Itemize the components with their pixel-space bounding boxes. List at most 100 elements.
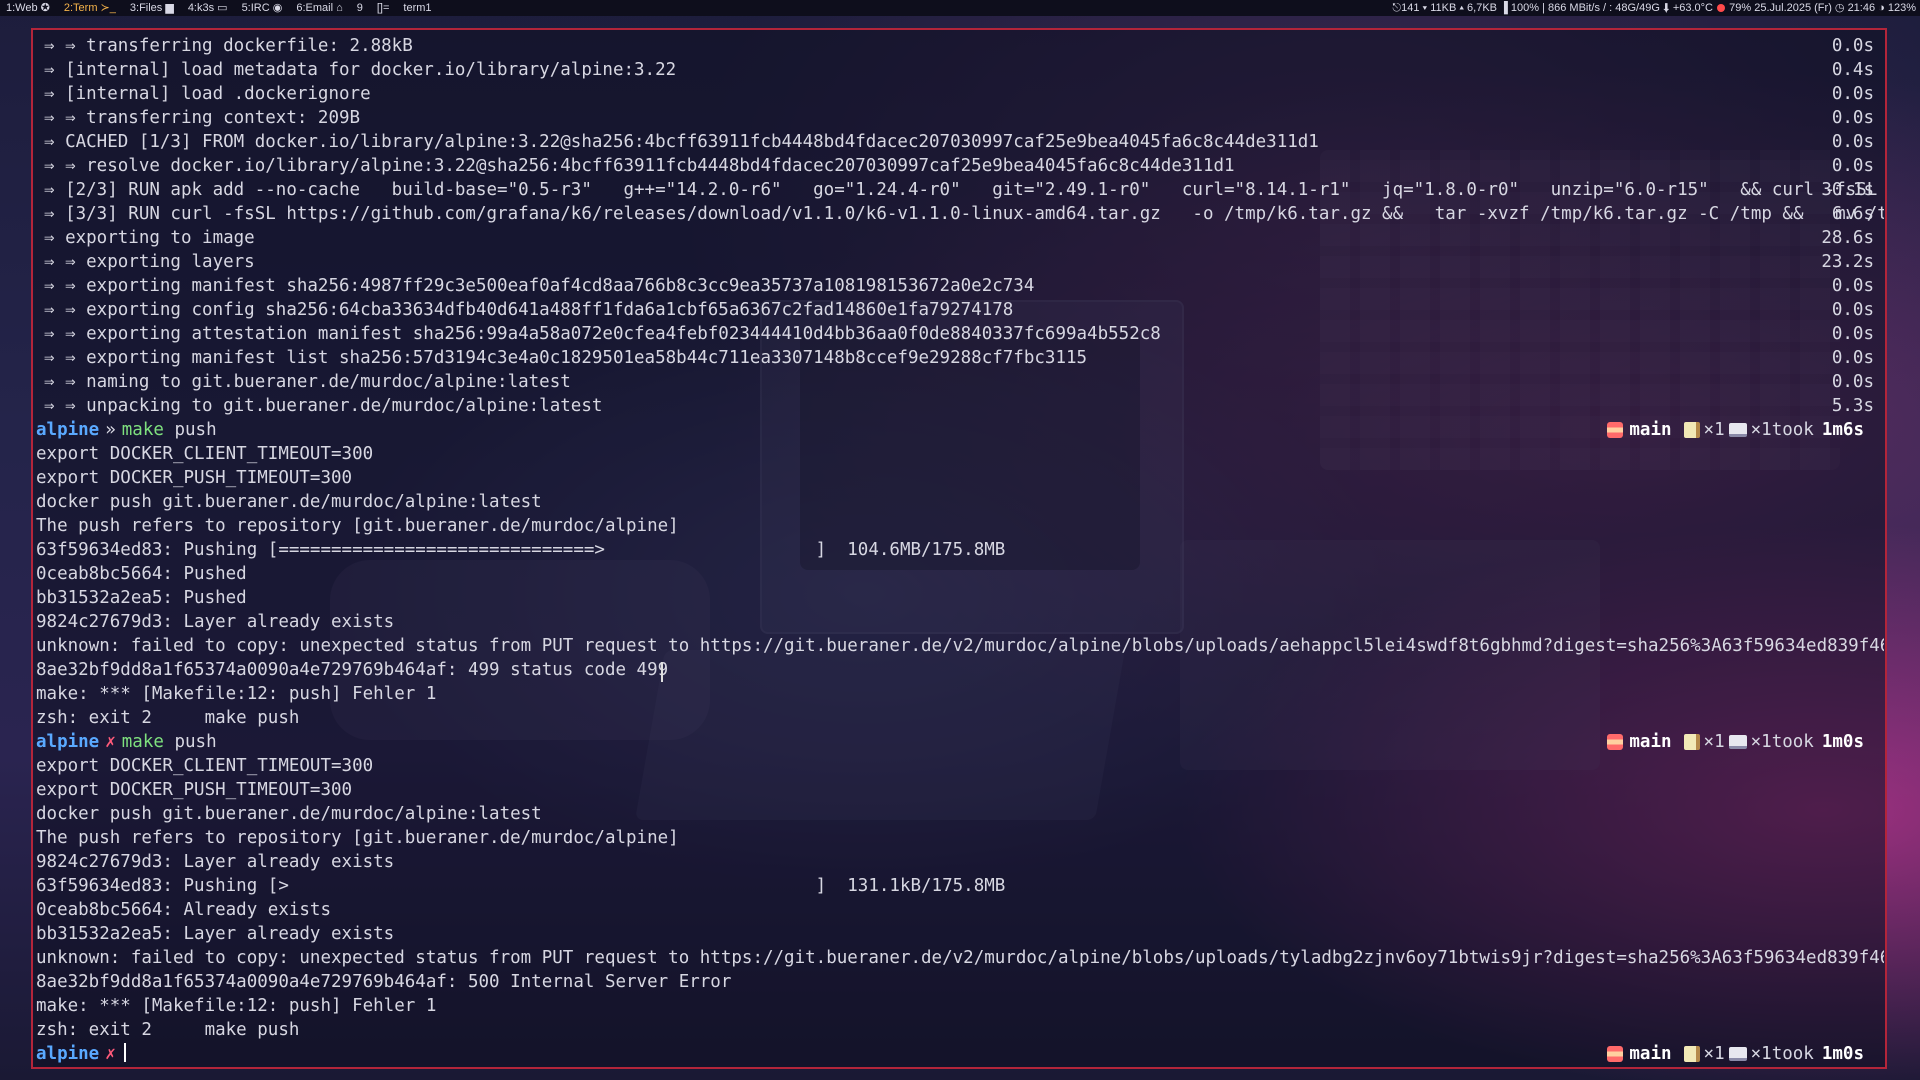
mouse-cursor-icon [661,662,663,682]
git-branch-name: main [1629,420,1672,440]
text-cursor[interactable] [123,1043,126,1062]
build-log-text: ⇒ [internal] load .dockerignore [44,84,371,104]
workspace-tab[interactable]: 6:Email ⌂ [296,0,342,16]
modified-count: ×1 [1703,1044,1725,1064]
workspace-tab[interactable]: 5:IRC ◉ [242,0,283,16]
build-log-line: ⇒ ⇒ exporting manifest sha256:4987ff29c3… [36,274,1884,298]
output-text: 9824c27679d3: Layer already exists [36,852,395,872]
staged-files-icon [1728,423,1747,437]
modified-files-icon [1683,1046,1700,1062]
workspace-tab[interactable]: 2:Term ≻_ [64,0,116,16]
build-step-duration: 0.0s [1831,372,1874,392]
build-log-text: ⇒ ⇒ unpacking to git.bueraner.de/murdoc/… [44,396,603,416]
staged-count: ×1 [1750,732,1772,752]
build-log-line: ⇒ [2/3] RUN apk add --no-cache build-bas… [36,178,1884,202]
output-text: docker push git.bueraner.de/murdoc/alpin… [36,804,542,824]
prompt-directory: alpine [36,420,100,440]
prompt-command: make [121,420,164,440]
output-text: export DOCKER_CLIENT_TIMEOUT=300 [36,444,374,464]
workspace-tab[interactable]: 1:Web ✪ [6,0,50,16]
build-log-line: ⇒ ⇒ naming to git.bueraner.de/murdoc/alp… [36,370,1884,394]
output-text: export DOCKER_PUSH_TIMEOUT=300 [36,468,353,488]
command-duration: 1m0s [1821,732,1864,752]
output-text: 63f59634ed83: Pushing [=================… [36,540,1006,560]
build-step-duration: 0.0s [1831,324,1874,344]
prompt-directory: alpine [36,1044,100,1064]
command-output-line: export DOCKER_CLIENT_TIMEOUT=300 [36,442,1884,466]
output-text: unknown: failed to copy: unexpected stat… [36,948,1884,968]
output-text: export DOCKER_CLIENT_TIMEOUT=300 [36,756,374,776]
command-output-line: The push refers to repository [git.buera… [36,514,1884,538]
workspace-tab[interactable]: 3:Files ▆ [130,0,174,16]
output-text: zsh: exit 2 make push [36,708,300,728]
output-text: export DOCKER_PUSH_TIMEOUT=300 [36,780,353,800]
modified-count: ×1 [1703,420,1725,440]
build-log-line: ⇒ [internal] load .dockerignore 0.0s [36,82,1884,106]
staged-count: ×1 [1750,420,1772,440]
workspace-tab[interactable]: []= [377,0,390,16]
build-step-duration: 30.1s [1821,180,1874,200]
top-status-bar: 1:Web ✪ 2:Term ≻_ 3:Files ▆ 4:k3s ▭ 5:IRC ◉ 6… [0,0,1920,16]
workspace-tab[interactable]: term1 [403,0,431,16]
command-output-line: 63f59634ed83: Pushing [> ] 131.1kB/175.8… [36,874,1884,898]
command-output-line: make: *** [Makefile:12: push] Fehler 1 [36,682,1884,706]
build-log-text: ⇒ [3/3] RUN curl -fsSL https://github.co… [44,204,1884,224]
modified-files-icon [1683,734,1700,750]
build-step-duration: 28.6s [1821,228,1874,248]
shell-prompt: alpine ✗ make push main ×1 ×1took 1m0s [36,730,1884,754]
modified-files-icon [1683,422,1700,438]
command-duration: 1m6s [1821,420,1864,440]
build-log-text: ⇒ CACHED [1/3] FROM docker.io/library/al… [44,132,1319,152]
command-output-line: make: *** [Makefile:12: push] Fehler 1 [36,994,1884,1018]
command-output-line: export DOCKER_PUSH_TIMEOUT=300 [36,778,1884,802]
build-step-duration: 6.6s [1831,204,1874,224]
build-log-line: ⇒ [internal] load metadata for docker.io… [36,58,1884,82]
output-text: 0ceab8bc5664: Pushed [36,564,247,584]
build-log-line: ⇒ ⇒ exporting layers 23.2s [36,250,1884,274]
build-log-line: ⇒ ⇒ transferring context: 209B 0.0s [36,106,1884,130]
build-log-text: ⇒ exporting to image [44,228,255,248]
output-text: bb31532a2ea5: Layer already exists [36,924,395,944]
build-step-duration: 0.0s [1831,276,1874,296]
output-text: The push refers to repository [git.buera… [36,828,679,848]
output-text: 8ae32bf9dd8a1f65374a0090a4e729769b464af:… [36,972,732,992]
build-log-line: ⇒ ⇒ exporting manifest list sha256:57d31… [36,346,1884,370]
build-log-line: ⇒ exporting to image 28.6s [36,226,1884,250]
prompt-status-symbol: ✗ [105,732,116,752]
command-output-line: bb31532a2ea5: Pushed [36,586,1884,610]
staged-files-icon [1728,735,1747,749]
command-output-line: The push refers to repository [git.buera… [36,826,1884,850]
command-output-line: docker push git.bueraner.de/murdoc/alpin… [36,802,1884,826]
took-label: took [1771,420,1814,440]
build-log-line: ⇒ CACHED [1/3] FROM docker.io/library/al… [36,130,1884,154]
took-label: took [1771,1044,1814,1064]
build-step-duration: 0.0s [1831,348,1874,368]
output-text: 0ceab8bc5664: Already exists [36,900,332,920]
right-prompt: main ×1 ×1took 1m0s [1607,730,1864,754]
command-output-line: unknown: failed to copy: unexpected stat… [36,946,1884,970]
command-output-line: 9824c27679d3: Layer already exists [36,610,1884,634]
build-step-duration: 0.0s [1831,132,1874,152]
output-text: docker push git.bueraner.de/murdoc/alpin… [36,492,542,512]
command-duration: 1m0s [1821,1044,1864,1064]
build-log-text: ⇒ ⇒ transferring dockerfile: 2.88kB [44,36,413,56]
output-text: 9824c27679d3: Layer already exists [36,612,395,632]
modified-count: ×1 [1703,732,1725,752]
build-log-line: ⇒ [3/3] RUN curl -fsSL https://github.co… [36,202,1884,226]
prompt-status-symbol: » [105,420,116,440]
build-log-text: ⇒ ⇒ resolve docker.io/library/alpine:3.2… [44,156,1235,176]
build-log-line: ⇒ ⇒ unpacking to git.bueraner.de/murdoc/… [36,394,1884,418]
git-branch-icon [1607,734,1624,750]
workspace-tab[interactable]: 9 [357,0,363,16]
shell-prompt: alpine ✗ main ×1 ×1took 1m0s [36,1042,1884,1066]
command-output-line: 63f59634ed83: Pushing [=================… [36,538,1884,562]
command-output-line: export DOCKER_PUSH_TIMEOUT=300 [36,466,1884,490]
status-text-2: 79% 25.Jul.2025 (Fr) ◷ 21:46 ◑ 123% [1729,2,1916,14]
terminal-window[interactable]: ⇒ ⇒ transferring dockerfile: 2.88kB 0.0s ⇒… [31,28,1887,1069]
build-step-duration: 0.0s [1831,300,1874,320]
build-log-line: ⇒ ⇒ exporting attestation manifest sha25… [36,322,1884,346]
build-step-duration: 0.4s [1831,60,1874,80]
build-log-text: ⇒ ⇒ exporting manifest list sha256:57d31… [44,348,1088,368]
command-output-line: 8ae32bf9dd8a1f65374a0090a4e729769b464af:… [36,658,1884,682]
workspace-tab[interactable]: 4:k3s ▭ [188,0,228,16]
